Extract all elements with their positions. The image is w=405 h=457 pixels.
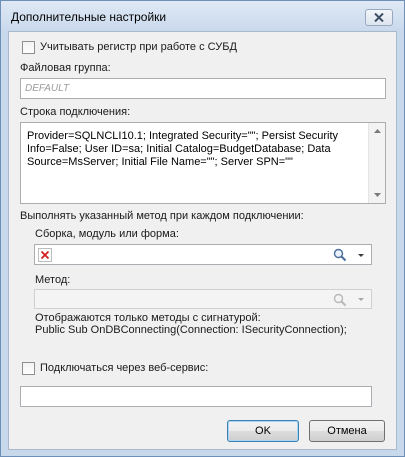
method-label: Метод: <box>35 274 71 286</box>
connection-string-textarea[interactable]: Provider=SQLNCLI10.1; Integrated Securit… <box>20 122 386 204</box>
vertical-scrollbar[interactable] <box>368 123 385 203</box>
magnifier-icon <box>333 293 347 307</box>
file-group-input[interactable]: DEFAULT <box>20 78 386 99</box>
scroll-down-icon[interactable] <box>369 186 386 203</box>
magnifier-icon[interactable] <box>333 248 347 262</box>
dialog-window: Дополнительные настройки Учитывать регис… <box>0 0 405 457</box>
assembly-combobox[interactable] <box>34 244 372 265</box>
file-group-label: Файловая группа: <box>20 62 111 74</box>
close-button[interactable] <box>365 9 393 26</box>
signature-hint-line2: Public Sub OnDBConnecting(Connection: IS… <box>35 324 347 336</box>
scroll-up-icon[interactable] <box>369 123 386 140</box>
title-bar: Дополнительные настройки <box>1 1 404 31</box>
signature-hint-line1: Отображаются только методы с сигнатурой: <box>35 312 261 324</box>
red-x-icon[interactable] <box>38 248 52 262</box>
assembly-label: Сборка, модуль или форма: <box>35 228 179 240</box>
ok-button[interactable]: OK <box>227 420 299 442</box>
case-sensitive-checkbox[interactable] <box>22 41 35 54</box>
window-title: Дополнительные настройки <box>11 10 167 24</box>
web-service-label: Подключаться через веб-сервис: <box>40 362 209 374</box>
method-section-label: Выполнять указанный метод при каждом под… <box>20 210 304 222</box>
web-service-input[interactable] <box>20 386 372 407</box>
file-group-placeholder: DEFAULT <box>25 83 70 94</box>
cancel-button[interactable]: Отмена <box>309 420 385 442</box>
case-sensitive-label: Учитывать регистр при работе с СУБД <box>40 41 237 53</box>
connection-string-label: Строка подключения: <box>20 106 131 118</box>
close-icon <box>374 13 384 22</box>
method-combobox[interactable] <box>34 289 372 309</box>
chevron-down-icon <box>358 298 364 301</box>
dialog-client: Учитывать регистр при работе с СУБД Файл… <box>8 31 397 450</box>
chevron-down-icon[interactable] <box>354 246 368 264</box>
web-service-checkbox[interactable] <box>22 362 35 375</box>
connection-string-value: Provider=SQLNCLI10.1; Integrated Securit… <box>27 130 339 168</box>
